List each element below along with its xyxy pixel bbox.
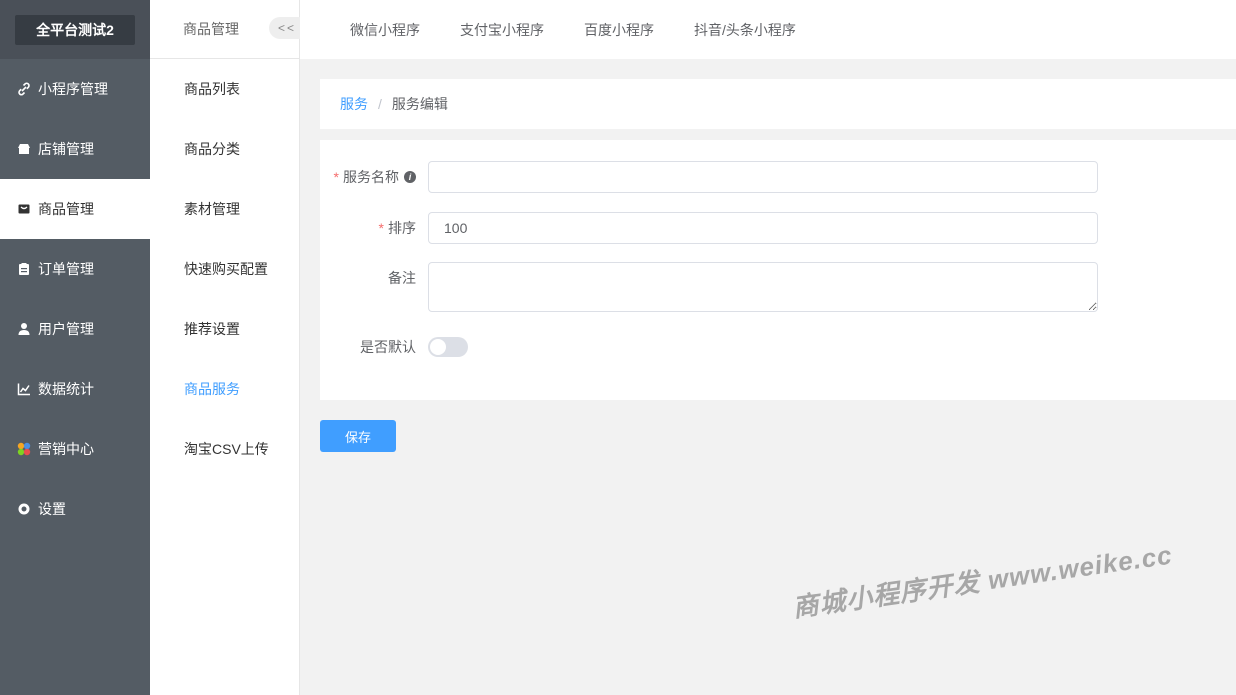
subnav-item-material[interactable]: 素材管理 (150, 179, 299, 239)
sidebar-item-users[interactable]: 用户管理 (0, 299, 150, 359)
save-button[interactable]: 保存 (320, 420, 396, 452)
tab-douyin[interactable]: 抖音/头条小程序 (694, 20, 796, 40)
default-label: 是否默认 (320, 336, 428, 358)
default-switch[interactable] (428, 337, 468, 357)
info-icon[interactable]: i (404, 171, 416, 183)
form-row-remark: 备注 (320, 262, 1098, 312)
sidebar-item-label: 营销中心 (38, 441, 94, 457)
chart-icon (17, 382, 31, 396)
brand-name[interactable]: 全平台测试2 (15, 14, 135, 45)
form-row-name: * 服务名称 i (320, 161, 1098, 193)
user-icon (17, 322, 31, 336)
store-icon (17, 142, 31, 156)
sidebar-item-label: 用户管理 (38, 321, 94, 337)
watermark: 商城小程序开发 www.weike.cc (790, 539, 1175, 623)
sidebar-item-miniprogram[interactable]: 小程序管理 (0, 59, 150, 119)
sidebar-item-marketing[interactable]: 营销中心 (0, 419, 150, 479)
marketing-icon (17, 442, 31, 456)
sidebar-item-label: 小程序管理 (38, 81, 108, 97)
gear-icon (17, 502, 31, 516)
breadcrumb: 服务 / 服务编辑 (320, 79, 1236, 129)
breadcrumb-current: 服务编辑 (391, 96, 448, 112)
sort-label-text: 排序 (388, 220, 416, 236)
sort-label: * 排序 (378, 220, 416, 236)
service-name-input[interactable] (428, 161, 1098, 193)
form-row-default: 是否默认 (320, 336, 468, 358)
bag-icon (17, 202, 31, 216)
subnav-item-goods-service[interactable]: 商品服务 (150, 359, 299, 419)
breadcrumb-parent[interactable]: 服务 (340, 94, 368, 114)
service-form: * 服务名称 i * 排序 备注 是否默认 (320, 140, 1236, 400)
platform-tabs: 微信小程序 支付宝小程序 百度小程序 抖音/头条小程序 (300, 0, 1236, 59)
tab-baidu[interactable]: 百度小程序 (584, 20, 654, 40)
sub-navigation: 商品管理 << 商品列表 商品分类 素材管理 快速购买配置 推荐设置 商品服务 … (150, 0, 309, 695)
link-icon (17, 82, 31, 96)
sidebar-item-settings[interactable]: 设置 (0, 479, 150, 539)
remark-textarea[interactable] (428, 262, 1098, 312)
tab-alipay[interactable]: 支付宝小程序 (460, 20, 544, 40)
sidebar-item-orders[interactable]: 订单管理 (0, 239, 150, 299)
sort-input[interactable] (428, 212, 1098, 244)
subnav-item-quick-buy[interactable]: 快速购买配置 (150, 239, 299, 299)
main-sidebar: 全平台测试2 小程序管理 店铺管理 商品管理 订单管理 用户管理 数据统计 营销… (0, 0, 150, 695)
default-label-text: 是否默认 (360, 339, 416, 355)
breadcrumb-separator: / (378, 96, 382, 112)
subnav-item-taobao-csv[interactable]: 淘宝CSV上传 (150, 419, 299, 479)
sidebar-item-label: 订单管理 (38, 261, 94, 277)
sidebar-item-label: 设置 (38, 501, 66, 517)
subnav-title: 商品管理 (183, 21, 239, 37)
tab-wechat[interactable]: 微信小程序 (350, 20, 420, 40)
brand-area: 全平台测试2 (0, 0, 150, 59)
name-label-text: 服务名称 (343, 169, 399, 185)
sidebar-item-label: 数据统计 (38, 381, 94, 397)
sidebar-item-stats[interactable]: 数据统计 (0, 359, 150, 419)
sidebar-item-store[interactable]: 店铺管理 (0, 119, 150, 179)
switch-knob (430, 339, 446, 355)
form-row-sort: * 排序 (320, 212, 1098, 244)
subnav-header: 商品管理 << (150, 0, 309, 59)
clipboard-icon (17, 262, 31, 276)
name-label: * 服务名称 i (320, 161, 428, 193)
remark-label-text: 备注 (388, 270, 416, 286)
subnav-item-recommend[interactable]: 推荐设置 (150, 299, 299, 359)
sidebar-item-label: 商品管理 (38, 201, 94, 217)
sidebar-item-goods[interactable]: 商品管理 (0, 179, 150, 239)
sidebar-item-label: 店铺管理 (38, 141, 94, 157)
remark-label: 备注 (320, 262, 428, 294)
subnav-item-goods-category[interactable]: 商品分类 (150, 119, 299, 179)
subnav-item-goods-list[interactable]: 商品列表 (150, 59, 299, 119)
